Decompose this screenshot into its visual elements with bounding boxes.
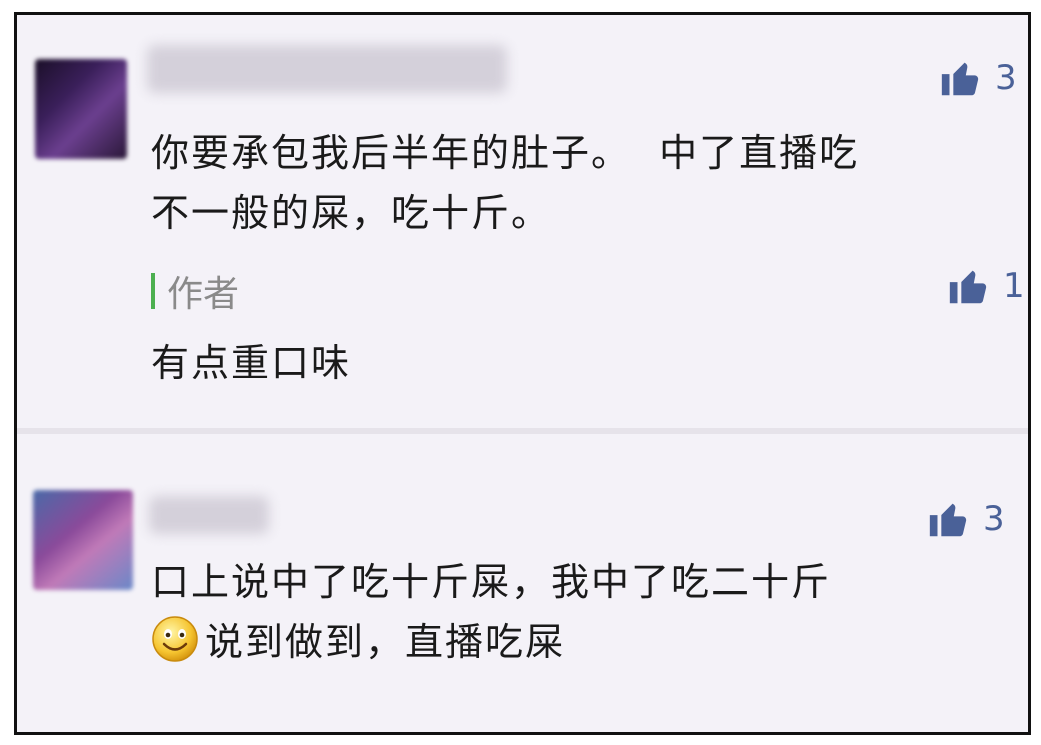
comment-text: 你要承包我后半年的肚子。 中了直播吃 不一般的屎，吃十斤。 — [151, 123, 859, 243]
thumbs-up-icon — [941, 62, 979, 96]
thumbs-up-icon — [929, 503, 967, 537]
avatar[interactable] — [35, 59, 127, 159]
like-button[interactable]: 3 — [937, 55, 1017, 101]
reply-author: 作者 — [151, 265, 239, 317]
reply-like-button[interactable]: 1 — [945, 263, 1025, 309]
comment-text-line: 你要承包我后半年的肚子。 中了直播吃 — [151, 131, 860, 175]
username-blurred[interactable] — [149, 496, 269, 534]
comment-text-line: 不一般的屎，吃十斤。 — [151, 191, 552, 235]
like-count: 1 — [1003, 266, 1025, 306]
smiley-emoji-icon — [152, 616, 198, 662]
username-blurred[interactable] — [147, 45, 507, 93]
like-button[interactable]: 3 — [925, 496, 1005, 542]
comment-item: 3 你要承包我后半年的肚子。 中了直播吃 不一般的屎，吃十斤。 作者 1 有点重… — [17, 15, 1028, 428]
comment-text-line: 说到做到，直播吃屎 — [205, 620, 566, 664]
avatar[interactable] — [33, 490, 133, 590]
author-marker-bar — [151, 273, 155, 309]
author-label: 作者 — [167, 274, 240, 315]
screenshot-frame: 3 你要承包我后半年的肚子。 中了直播吃 不一般的屎，吃十斤。 作者 1 有点重… — [14, 12, 1031, 735]
comment-item: 3 口上说中了吃十斤屎，我中了吃二十斤 说到做到，直播吃屎 — [17, 434, 1028, 732]
comment-text-line: 口上说中了吃十斤屎，我中了吃二十斤 — [151, 560, 832, 604]
comment-text: 口上说中了吃十斤屎，我中了吃二十斤 说到做到，直播吃屎 — [151, 552, 831, 672]
thumbs-up-icon — [949, 270, 987, 304]
reply-text: 有点重口味 — [151, 341, 352, 385]
like-count: 3 — [995, 58, 1017, 98]
like-count: 3 — [983, 499, 1005, 539]
